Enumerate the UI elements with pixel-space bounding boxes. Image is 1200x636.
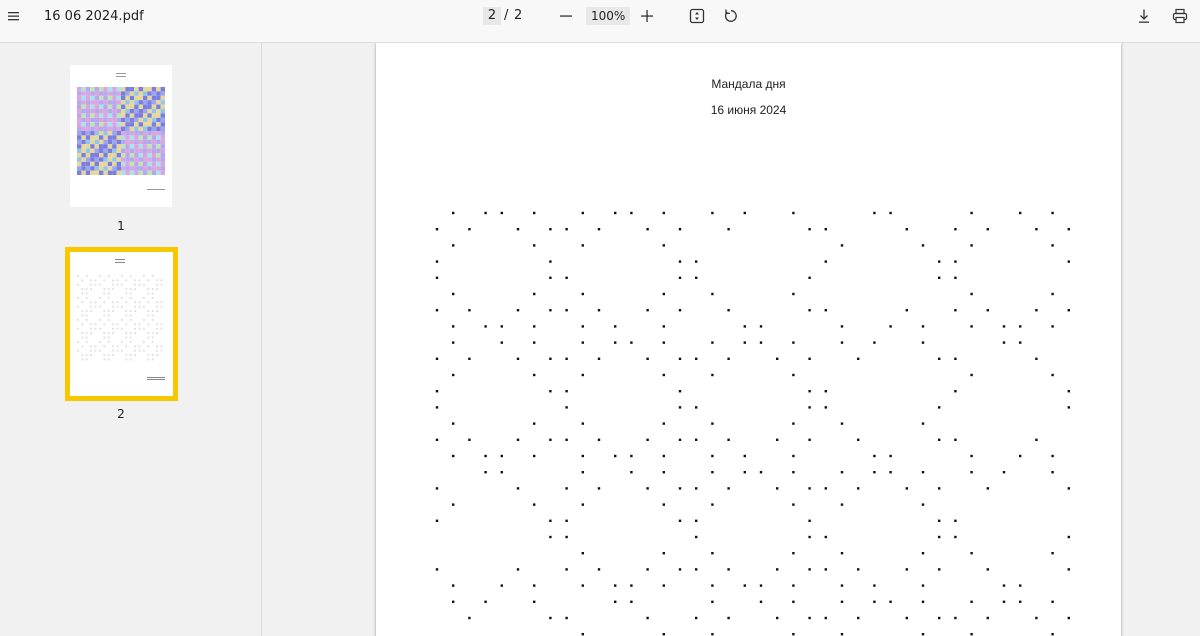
thumbnail-label: 2 — [117, 407, 125, 421]
document-viewer[interactable]: Мандала дня 16 июня 2024 — [263, 43, 1200, 636]
mandala-color-thumbnail — [77, 73, 165, 190]
page-thumbnail-2[interactable] — [69, 251, 173, 396]
page-number-input[interactable]: 2 — [483, 7, 501, 25]
print-icon — [1172, 8, 1188, 24]
minus-icon — [560, 15, 572, 17]
thumbnail-label: 1 — [117, 219, 125, 233]
menu-button[interactable] — [0, 2, 28, 30]
download-button[interactable] — [1130, 2, 1158, 30]
page-thumbnail-1[interactable] — [70, 65, 172, 207]
page-separator: / — [504, 8, 509, 23]
rotate-icon — [724, 9, 737, 22]
fit-page-button[interactable] — [683, 2, 711, 30]
page-total: 2 — [514, 8, 523, 23]
mandala-outline-thumbnail — [77, 259, 165, 380]
rotate-button[interactable] — [717, 2, 745, 30]
zoom-out-button[interactable] — [552, 2, 580, 30]
fit-page-icon — [689, 8, 705, 24]
zoom-in-button[interactable] — [633, 2, 661, 30]
zoom-level-input[interactable]: 100% — [586, 7, 631, 25]
toolbar: 16 06 2024.pdf 2 / 2 100% — [0, 0, 1200, 43]
thumbnail-sidebar: 1 2 — [0, 43, 262, 636]
download-icon — [1139, 9, 1149, 23]
menu-icon — [8, 12, 19, 21]
document-title: 16 06 2024.pdf — [44, 9, 144, 24]
pdf-page: Мандала дня 16 июня 2024 — [376, 43, 1121, 636]
mandala-dot-pattern — [435, 211, 1070, 636]
print-button[interactable] — [1166, 2, 1194, 30]
plus-icon — [641, 10, 653, 22]
